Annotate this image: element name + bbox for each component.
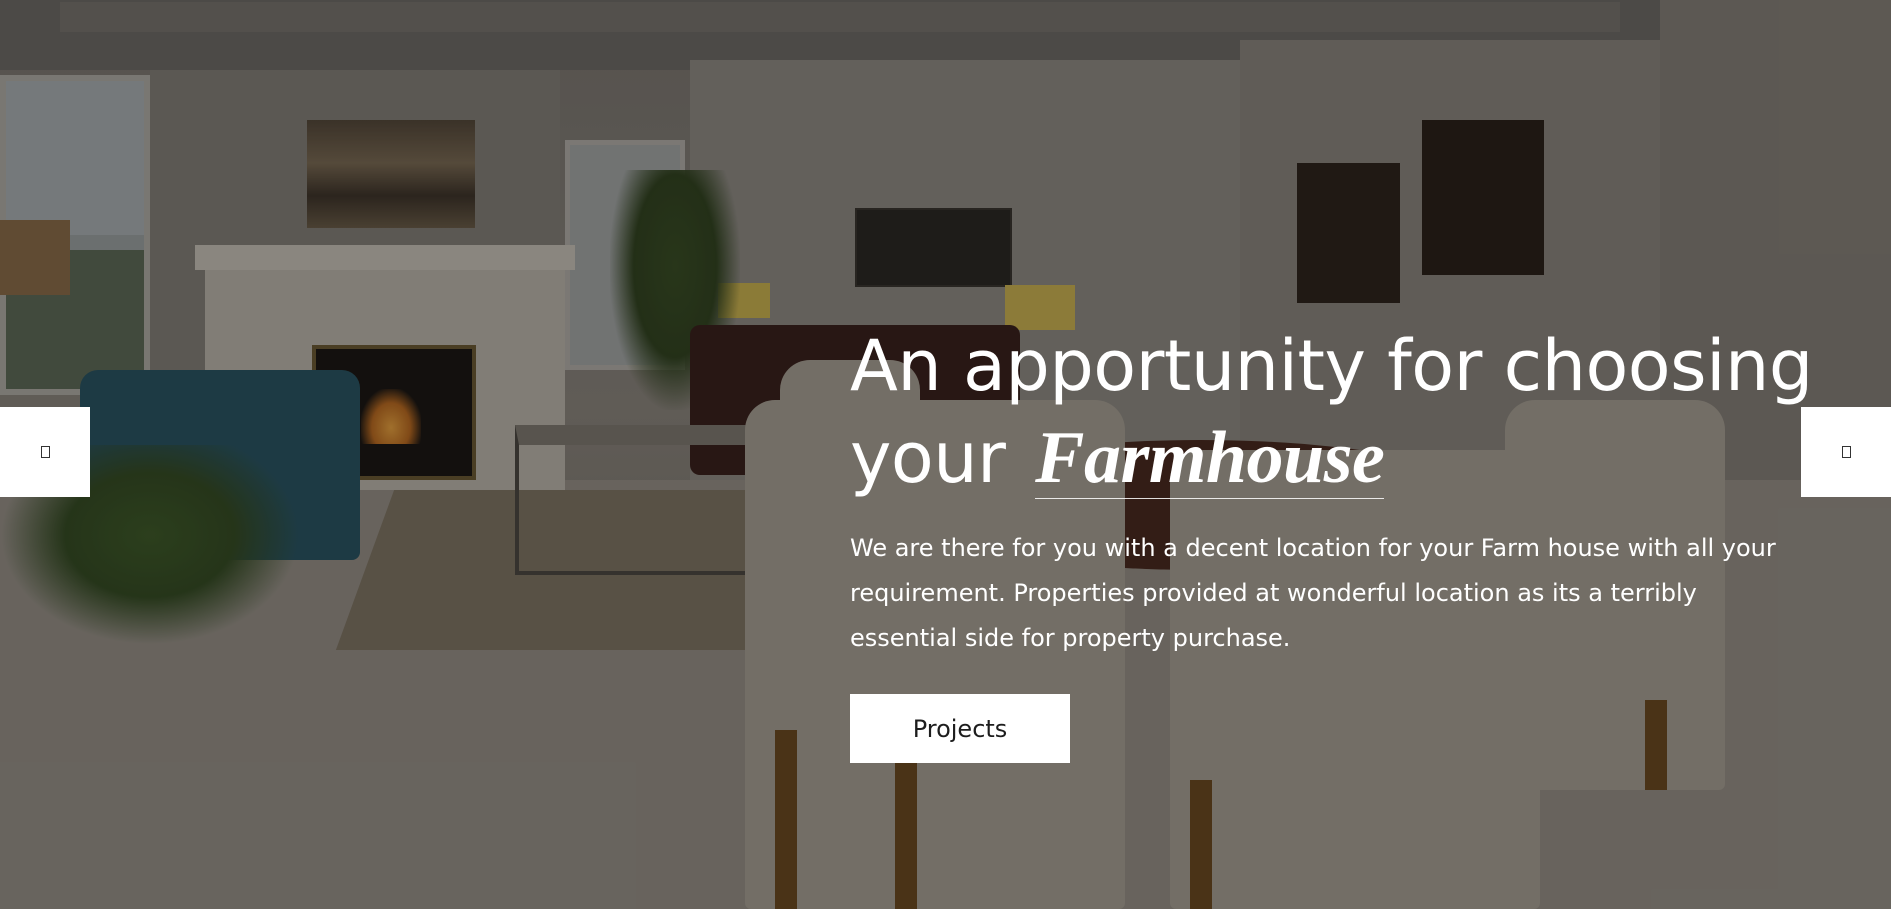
projects-button[interactable]: Projects [850,694,1070,763]
slider-prev-button[interactable] [0,407,90,497]
headline-line-2-prefix: your [850,417,1006,499]
slider-next-button[interactable] [1801,407,1891,497]
headline-accent-word: Farmhouse [1035,417,1385,499]
headline-line-1: An apportunity for choosing [850,325,1813,407]
hero-content: An apportunity for choosing your Farmhou… [850,320,1850,763]
hero-description: We are there for you with a decent locat… [850,534,1776,652]
next-arrow-icon [1841,446,1851,458]
hero-slider: An apportunity for choosing your Farmhou… [0,0,1891,909]
prev-arrow-icon [40,446,50,458]
hero-headline: An apportunity for choosing your Farmhou… [850,320,1850,504]
